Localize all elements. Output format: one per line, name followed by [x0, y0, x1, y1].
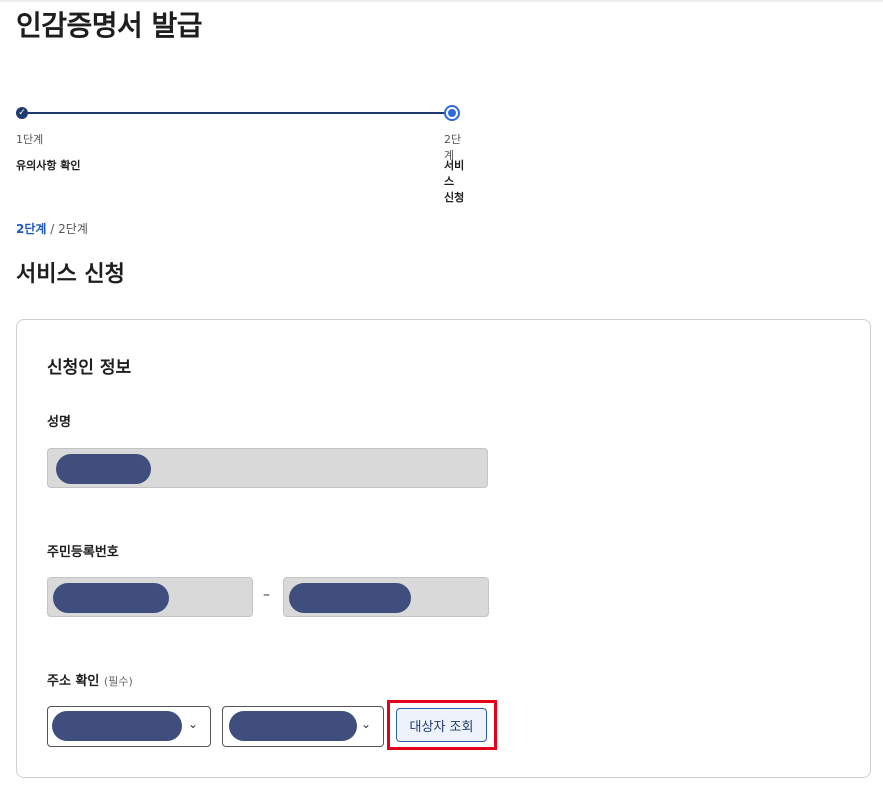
breadcrumb-total: 2단계 — [58, 222, 88, 236]
rrn-separator: – — [263, 587, 270, 603]
redacted-mask — [52, 711, 182, 741]
current-step-icon — [444, 105, 460, 121]
check-icon: ✓ — [16, 107, 28, 119]
progress-stepper: ✓ 1단계 유의사항 확인 2단계 서비스 신청 — [16, 105, 466, 204]
redacted-mask — [53, 583, 169, 613]
address-sido-select[interactable]: ⌄ — [47, 706, 211, 747]
step-1-number: 1단계 — [16, 133, 44, 146]
address-label: 주소 확인 (필수) — [47, 670, 133, 689]
step-2-name: 서비스 신청 — [444, 159, 465, 204]
card-title: 신청인 정보 — [47, 358, 132, 378]
top-shadow — [0, 0, 883, 3]
address-label-text: 주소 확인 — [47, 674, 100, 689]
page: 인감증명서 발급 ✓ 1단계 유의사항 확인 2단계 서비스 신청 2단계 / … — [0, 0, 883, 791]
required-hint: (필수) — [103, 675, 133, 688]
address-sigungu-select[interactable]: ⌄ — [222, 706, 384, 747]
applicant-info-card: 신청인 정보 성명 주민등록번호 – 주소 확인 (필수) ⌄ ⌄ 대상자 조회 — [16, 319, 871, 778]
stepper-line — [22, 112, 452, 114]
highlight-box: 대상자 조회 — [387, 700, 497, 750]
breadcrumb-current: 2단계 — [16, 222, 47, 236]
rrn-front-field — [47, 577, 253, 617]
name-label: 성명 — [47, 415, 71, 430]
chevron-down-icon: ⌄ — [360, 717, 371, 731]
section-title: 서비스 신청 — [16, 262, 125, 287]
breadcrumb-separator: / — [50, 222, 55, 236]
lookup-target-button[interactable]: 대상자 조회 — [396, 708, 487, 742]
chevron-down-icon: ⌄ — [187, 717, 198, 731]
redacted-mask — [289, 583, 411, 613]
rrn-back-field — [283, 577, 489, 617]
rrn-label: 주민등록번호 — [47, 545, 119, 560]
step-1-name: 유의사항 확인 — [16, 159, 81, 172]
redacted-mask — [56, 454, 151, 484]
page-title: 인감증명서 발급 — [16, 9, 203, 42]
breadcrumb: 2단계 / 2단계 — [16, 220, 88, 237]
name-field — [47, 448, 488, 488]
redacted-mask — [229, 711, 357, 741]
